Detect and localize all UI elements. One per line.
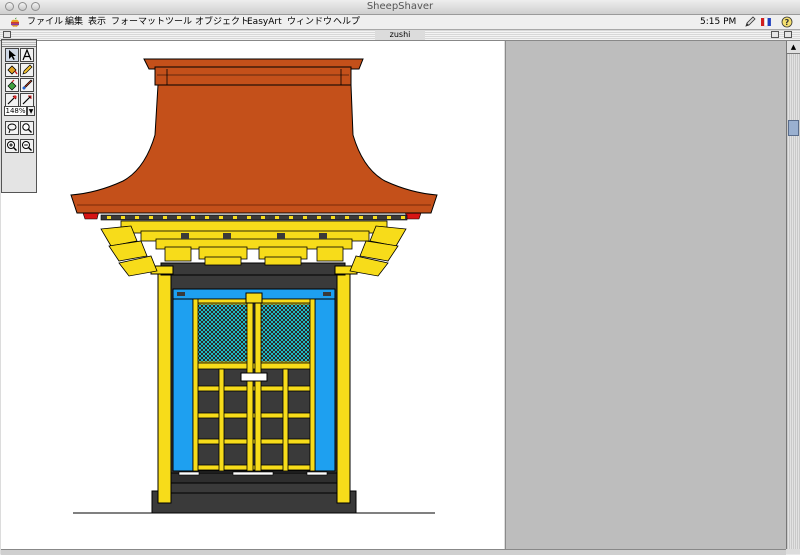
- menu-easyart[interactable]: EasyArt: [247, 15, 282, 29]
- menu-view[interactable]: 表示: [88, 15, 106, 29]
- paint-bucket-tool[interactable]: [5, 63, 19, 77]
- pasteboard-area[interactable]: [505, 41, 786, 549]
- help-icon[interactable]: ?: [781, 16, 793, 28]
- menu-object[interactable]: オブジェクト: [195, 15, 249, 29]
- left-pillar: [157, 272, 172, 504]
- menu-bar: ファイル 編集 表示 フォーマット ツール オブジェクト EasyArt ウィン…: [0, 15, 800, 30]
- left-blue-panel: [172, 290, 194, 472]
- eyedropper-tool[interactable]: [5, 93, 19, 107]
- arrow-tool-icon: [9, 50, 16, 60]
- text-tool-icon: [22, 48, 32, 61]
- menu-help[interactable]: ヘルプ: [333, 15, 360, 29]
- line-tool[interactable]: [20, 93, 34, 107]
- line-tool-icon: [22, 95, 32, 105]
- scroll-up-arrow-icon[interactable]: ▲: [787, 41, 800, 54]
- left-lattice-panel: [194, 301, 253, 365]
- drawing-canvas[interactable]: [1, 41, 504, 549]
- document-titlebar[interactable]: zushi: [0, 30, 800, 41]
- lasso-icon: [7, 123, 17, 134]
- pencil-tool[interactable]: [20, 63, 34, 77]
- shrine-plinth: [151, 490, 357, 514]
- eraser-tool[interactable]: [5, 78, 19, 92]
- zoom-in-icon: [7, 141, 17, 151]
- document-close-box[interactable]: [3, 31, 11, 38]
- menu-tools[interactable]: ツール: [165, 15, 192, 29]
- svg-text:?: ?: [785, 18, 790, 27]
- lasso-tool[interactable]: [5, 121, 19, 135]
- host-titlebar: SheepShaver: [0, 0, 800, 15]
- menu-window[interactable]: ウィンドウ: [287, 15, 332, 29]
- shrine-illustration: [70, 58, 438, 514]
- menu-format[interactable]: フォーマット: [111, 15, 165, 29]
- zoom-out-icon: [22, 141, 32, 151]
- tool-palette: 148% ▼: [1, 39, 37, 193]
- pencil-icon: [22, 64, 33, 75]
- main-roof: [70, 84, 438, 214]
- zoom-level-field[interactable]: 148%: [4, 106, 27, 116]
- magnifier-tool[interactable]: [20, 121, 34, 135]
- brush-tool[interactable]: [20, 78, 34, 92]
- palette-titlebar[interactable]: [2, 40, 36, 47]
- flag-icon[interactable]: [760, 16, 772, 28]
- roof-top-block: [154, 66, 352, 86]
- horizontal-scrollbar[interactable]: [1, 549, 786, 555]
- document-title: zushi: [375, 30, 425, 40]
- zoom-in-button[interactable]: [5, 139, 19, 153]
- right-pillar: [336, 272, 351, 504]
- apple-icon[interactable]: [10, 16, 20, 28]
- brush-icon: [22, 79, 33, 90]
- arrow-tool[interactable]: [5, 48, 19, 62]
- text-tool[interactable]: [20, 48, 34, 62]
- right-lattice-panel: [257, 301, 315, 365]
- zoom-out-button[interactable]: [20, 139, 34, 153]
- document-window: zushi ▲: [0, 30, 800, 555]
- menubar-clock[interactable]: 5:15 PM: [700, 15, 736, 29]
- paint-bucket-icon: [7, 65, 18, 75]
- pen-icon[interactable]: [744, 16, 756, 28]
- zoom-dropdown-arrow-icon[interactable]: ▼: [27, 106, 35, 116]
- eyedropper-icon: [7, 95, 17, 105]
- host-window-title: SheepShaver: [366, 1, 434, 12]
- scroll-thumb[interactable]: [788, 120, 799, 136]
- menu-edit[interactable]: 編集: [65, 15, 83, 29]
- eraser-icon: [7, 79, 17, 91]
- magnifier-icon: [22, 123, 32, 133]
- vertical-scrollbar[interactable]: ▲: [786, 41, 800, 549]
- menu-file[interactable]: ファイル: [27, 15, 63, 29]
- document-zoom-box[interactable]: [771, 31, 779, 38]
- document-collapse-box[interactable]: [784, 31, 792, 38]
- door-handle: [240, 372, 268, 382]
- right-blue-panel: [314, 290, 336, 472]
